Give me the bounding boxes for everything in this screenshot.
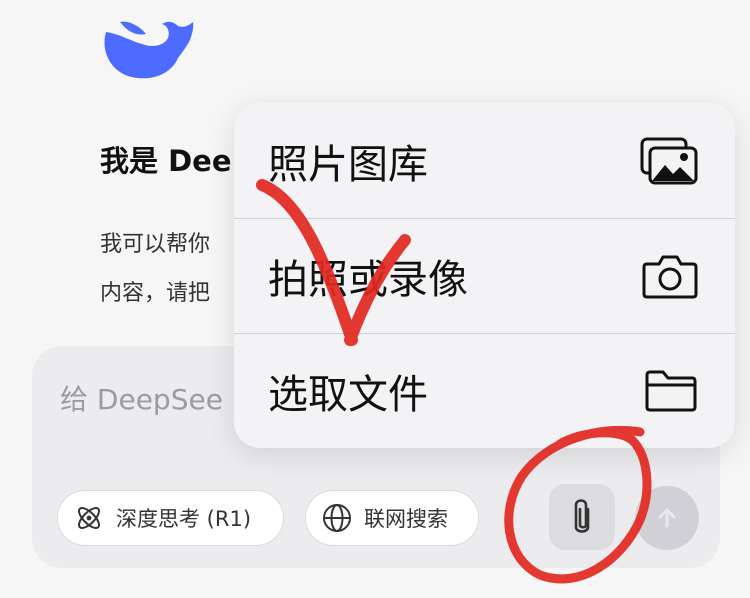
welcome-line: 我可以帮你 <box>100 232 211 257</box>
photo-library-icon <box>640 137 698 184</box>
camera-icon <box>642 255 698 299</box>
web-search-toggle[interactable]: 联网搜索 <box>305 490 479 546</box>
web-search-label: 联网搜索 <box>364 507 448 531</box>
menu-item-label: 拍照或录像 <box>268 257 468 303</box>
globe-icon <box>323 504 351 532</box>
welcome-line: 内容，请把 <box>100 281 211 306</box>
menu-item-camera[interactable]: 拍照或录像 <box>234 218 735 333</box>
deep-think-label: 深度思考 (R1) <box>116 507 252 531</box>
atom-icon <box>78 507 100 529</box>
deep-think-toggle[interactable]: 深度思考 (R1) <box>57 490 284 546</box>
menu-item-choose-file[interactable]: 选取文件 <box>234 333 735 448</box>
message-input-placeholder[interactable]: 给 DeepSee <box>60 378 223 418</box>
arrow-up-icon <box>658 508 676 528</box>
menu-item-label: 照片图库 <box>268 141 428 188</box>
attach-button[interactable] <box>549 484 615 550</box>
attach-menu: 照片图库 拍照或录像 选取文件 <box>234 103 735 448</box>
welcome-title: 我是 Dee <box>100 144 232 178</box>
paperclip-icon <box>574 499 590 533</box>
folder-icon <box>645 370 697 412</box>
deepseek-whale-logo <box>104 21 194 79</box>
menu-item-photo-library[interactable]: 照片图库 <box>234 103 735 218</box>
menu-item-label: 选取文件 <box>268 372 428 418</box>
welcome-description: 我可以帮你 内容，请把 <box>100 220 210 318</box>
send-button[interactable] <box>635 486 699 550</box>
